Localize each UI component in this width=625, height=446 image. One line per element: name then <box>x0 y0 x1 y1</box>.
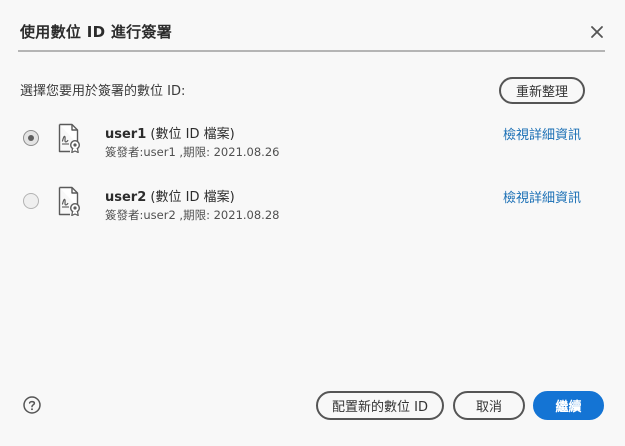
help-icon <box>23 396 41 414</box>
select-id-prompt: 選擇您要用於簽署的數位 ID: <box>20 84 186 99</box>
radio-dot <box>28 135 34 141</box>
refresh-button[interactable]: 重新整理 <box>499 77 585 104</box>
id-issuer-expiry: 簽發者:user2 ,期限: 2021.08.28 <box>105 208 280 222</box>
close-icon <box>591 26 603 38</box>
id-title: user2 (數位 ID 檔案) <box>105 186 235 205</box>
certificate-icon <box>58 123 81 153</box>
digital-id-row[interactable]: user2 (數位 ID 檔案) 簽發者:user2 ,期限: 2021.08.… <box>0 183 625 233</box>
id-title: user1 (數位 ID 檔案) <box>105 123 235 142</box>
close-button[interactable] <box>585 20 609 44</box>
title-divider <box>18 50 605 52</box>
cancel-button[interactable]: 取消 <box>453 391 525 420</box>
help-button[interactable] <box>23 396 41 414</box>
sign-with-digital-id-dialog: 使用數位 ID 進行簽署 選擇您要用於簽署的數位 ID: 重新整理 user1 … <box>0 0 625 446</box>
view-details-link[interactable]: 檢視詳細資訊 <box>503 187 581 206</box>
id-radio-selected[interactable] <box>23 130 39 146</box>
dialog-title: 使用數位 ID 進行簽署 <box>20 23 173 41</box>
id-name: user2 <box>105 190 147 205</box>
id-type: (數位 ID 檔案) <box>146 190 235 205</box>
certificate-icon <box>58 186 81 216</box>
continue-button[interactable]: 繼續 <box>533 391 604 420</box>
digital-id-row[interactable]: user1 (數位 ID 檔案) 簽發者:user1 ,期限: 2021.08.… <box>0 120 625 170</box>
dialog-titlebar: 使用數位 ID 進行簽署 <box>0 0 625 50</box>
id-issuer-expiry: 簽發者:user1 ,期限: 2021.08.26 <box>105 145 280 159</box>
id-name: user1 <box>105 127 147 142</box>
configure-new-id-button[interactable]: 配置新的數位 ID <box>316 391 444 420</box>
view-details-link[interactable]: 檢視詳細資訊 <box>503 124 581 143</box>
id-radio[interactable] <box>23 193 39 209</box>
id-type: (數位 ID 檔案) <box>146 127 235 142</box>
